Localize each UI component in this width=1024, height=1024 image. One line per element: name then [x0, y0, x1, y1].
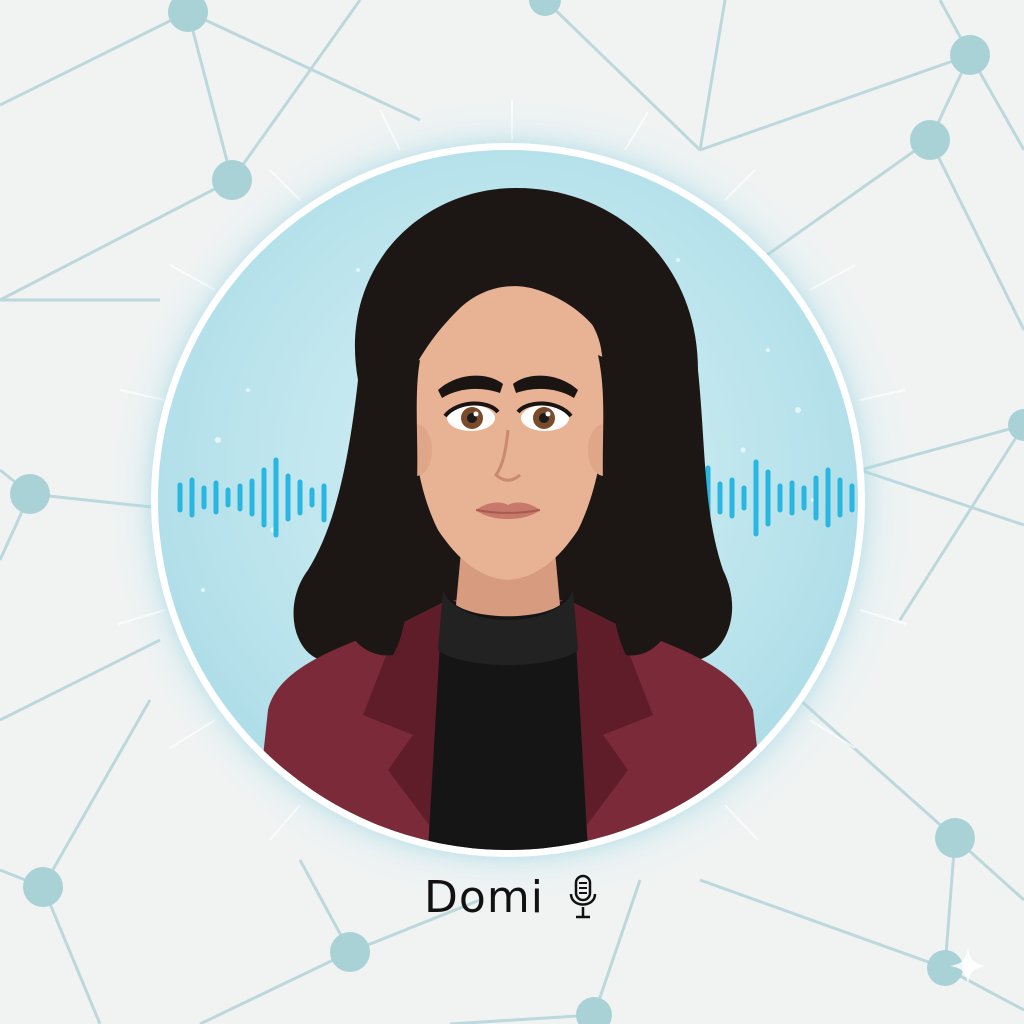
microphone-icon[interactable] — [566, 874, 600, 920]
sparkle-icon — [950, 948, 986, 984]
avatar-frame[interactable] — [158, 150, 858, 850]
name-row: Domi — [0, 862, 1024, 932]
profile-name: Domi — [424, 871, 544, 923]
avatar-portrait — [177, 187, 855, 850]
